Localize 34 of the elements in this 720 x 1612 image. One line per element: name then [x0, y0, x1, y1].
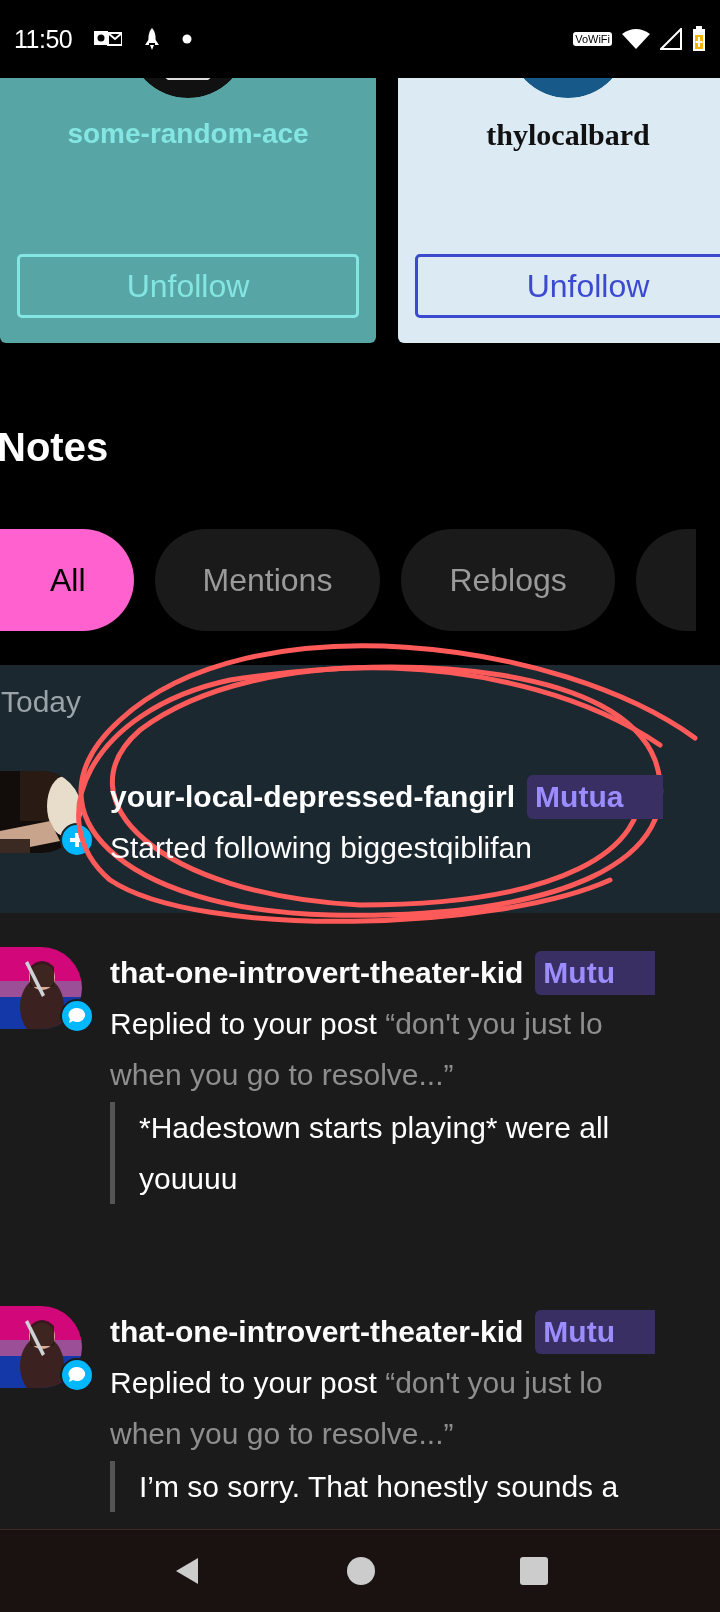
vowifi-label: VoWiFi: [573, 32, 612, 46]
plus-icon: [60, 823, 94, 857]
section-title: Notes: [0, 425, 110, 469]
note-action: Replied to your post: [110, 1366, 377, 1399]
note-action: Replied to your post: [110, 1007, 377, 1040]
post-quote[interactable]: “don't you just lo: [385, 1007, 603, 1040]
chat-bubble-icon: [60, 1358, 94, 1392]
filter-tab[interactable]: Mentions: [154, 529, 381, 631]
status-time: 11:50: [14, 24, 73, 54]
note-item[interactable]: that-one-introvert-theater-kid Mutu Replied to your post “don't you just lo when you go to resolve...” I’m so sorry. That honestly sounds a: [0, 1272, 720, 1530]
reply-text: *Hadestown starts playing* were all: [139, 1110, 611, 1146]
reply-text: I’m so sorry. That honestly sounds a: [139, 1469, 620, 1505]
post-quote[interactable]: “don't you just lo: [385, 1366, 603, 1399]
wifi-icon: [622, 28, 650, 50]
rocket-icon: [144, 27, 161, 51]
filter-tab[interactable]: All: [0, 529, 134, 631]
post-quote[interactable]: when you go to resolve...”: [110, 1049, 720, 1100]
battery-icon: [692, 26, 706, 52]
chat-bubble-icon: [60, 999, 94, 1033]
note-item[interactable]: that-one-introvert-theater-kid Mutu Replied to your post “don't you just lo when you go to resolve...” *Hadestown starts playing* were all youuuu: [0, 913, 720, 1272]
unfollow-button[interactable]: Unfollow: [415, 254, 720, 318]
reply-text: youuuu: [139, 1161, 239, 1197]
post-quote[interactable]: when you go to resolve...”: [110, 1408, 720, 1459]
notification-dot-icon: [182, 34, 193, 44]
mutual-badge: Mutu: [535, 950, 655, 995]
mutual-badge: Mutu: [535, 1309, 655, 1354]
username[interactable]: that-one-introvert-theater-kid: [110, 1306, 524, 1357]
date-header: Today: [1, 685, 82, 718]
username[interactable]: that-one-introvert-theater-kid: [110, 947, 524, 998]
home-icon[interactable]: [346, 1556, 376, 1586]
filter-tab[interactable]: Reblogs: [401, 529, 615, 631]
blog-name[interactable]: thylocalbard: [486, 118, 650, 152]
mutual-badge: Mutua: [527, 774, 664, 819]
signal-icon: [660, 28, 682, 50]
